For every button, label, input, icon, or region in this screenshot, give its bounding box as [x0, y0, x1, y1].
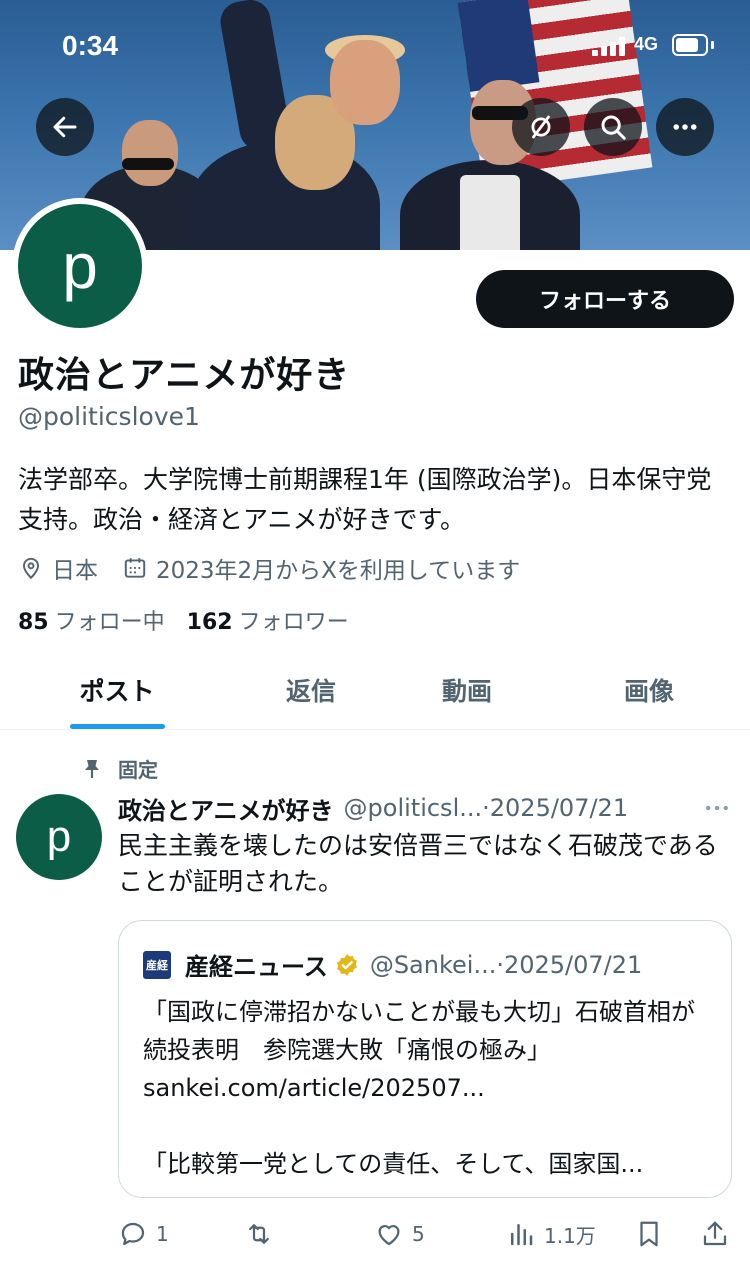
- tab-videos[interactable]: 動画: [392, 650, 542, 730]
- followers-count: 162: [186, 610, 233, 635]
- bookmark-button[interactable]: [634, 1212, 672, 1256]
- follow-stats: 85 フォロー中 162 フォロワー: [18, 604, 371, 636]
- repost-button[interactable]: [244, 1212, 282, 1256]
- post-text[interactable]: 民主主義を壊したのは安倍晋三ではなく石破茂であることが証明された。: [118, 828, 728, 900]
- grok-icon: [531, 115, 551, 139]
- follow-button[interactable]: フォローする: [476, 270, 734, 328]
- following-link[interactable]: 85 フォロー中: [18, 604, 165, 636]
- active-tab-indicator: [70, 724, 165, 729]
- network-type: 4G: [634, 34, 659, 54]
- post-header: 政治とアニメが好き @politicsl... ·2025/07/21: [118, 790, 738, 826]
- pinned-label: 固定: [118, 758, 158, 782]
- verified-badge-icon: [336, 953, 357, 976]
- profile-bio: 法学部卒。大学院博士前期課程1年 (国際政治学)。日本保守党支持。政治・経済とア…: [18, 465, 712, 534]
- search-button[interactable]: [584, 98, 642, 156]
- pinned-indicator: 固定: [80, 754, 158, 783]
- tab-posts[interactable]: ポスト: [42, 650, 192, 730]
- battery-icon: [672, 34, 708, 56]
- post-more-icon[interactable]: [702, 793, 732, 823]
- tab-replies[interactable]: 返信: [236, 650, 386, 730]
- following-count: 85: [18, 610, 49, 635]
- location-label: 日本: [52, 558, 98, 584]
- status-time: 0:34: [62, 30, 119, 61]
- sankei-logo: 産経: [143, 950, 171, 979]
- like-count: 5: [412, 1222, 425, 1246]
- views-button[interactable]: 1.1万: [506, 1212, 596, 1256]
- following-label: フォロー中: [54, 610, 165, 635]
- quote-card[interactable]: 産経 産経ニュース @Sankei... ·2025/07/21 「国政に停滞招…: [118, 920, 732, 1198]
- post-actions: 1 5 1.1万: [118, 1212, 738, 1256]
- profile-handle: @politicslove1: [18, 402, 200, 431]
- profile-avatar[interactable]: p: [12, 198, 148, 334]
- profile-tabs: ポスト 返信 動画 画像: [0, 650, 750, 730]
- repost-icon: [249, 1224, 269, 1244]
- post-author-name[interactable]: 政治とアニメが好き: [118, 791, 334, 826]
- post-author-handle[interactable]: @politicsl...: [344, 794, 483, 822]
- like-button[interactable]: 5: [374, 1212, 425, 1256]
- views-count: 1.1万: [544, 1223, 596, 1248]
- post-avatar[interactable]: p: [16, 794, 102, 880]
- reply-icon: [121, 1222, 145, 1246]
- share-button[interactable]: [700, 1212, 738, 1256]
- followers-link[interactable]: 162 フォロワー: [187, 604, 349, 636]
- quote-header: 産経 産経ニュース @Sankei... ·2025/07/21: [143, 947, 642, 982]
- quote-date: ·2025/07/21: [496, 950, 643, 979]
- profile-meta: 日本 2023年2月からXを利用しています: [18, 550, 544, 586]
- arrow-left-icon: [53, 116, 77, 138]
- display-name: 政治とアニメが好き: [18, 355, 351, 396]
- views-chart-icon: [511, 1224, 533, 1246]
- reply-count: 1: [156, 1222, 169, 1246]
- bookmark-icon: [640, 1221, 658, 1247]
- back-button[interactable]: [36, 98, 94, 156]
- calendar-icon: [124, 558, 146, 578]
- signal-icon: [592, 36, 628, 56]
- quote-author-name: 産経ニュース: [185, 953, 328, 981]
- more-horizontal-icon: [673, 124, 697, 130]
- pin-icon: [85, 759, 99, 778]
- share-icon: [703, 1221, 727, 1246]
- heart-icon: [378, 1225, 400, 1246]
- post-date[interactable]: ·2025/07/21: [482, 794, 628, 822]
- followers-label: フォロワー: [238, 610, 349, 635]
- grok-button[interactable]: [512, 98, 570, 156]
- reply-button[interactable]: 1: [118, 1212, 169, 1256]
- location-pin-icon: [22, 557, 40, 580]
- join-date: 2023年2月からXを利用しています: [122, 551, 520, 585]
- quote-author-handle: @Sankei...: [369, 950, 497, 979]
- quote-text: 「国政に停滞招かないことが最も大切」石破首相が続投表明 参院選大敗「痛恨の極み」…: [143, 998, 695, 1178]
- tab-images[interactable]: 画像: [574, 650, 724, 730]
- location: 日本: [18, 551, 98, 585]
- status-bar: 0:34 4G: [0, 0, 750, 90]
- join-date-label: 2023年2月からXを利用しています: [156, 558, 521, 584]
- search-icon: [601, 115, 626, 140]
- more-button[interactable]: [656, 98, 714, 156]
